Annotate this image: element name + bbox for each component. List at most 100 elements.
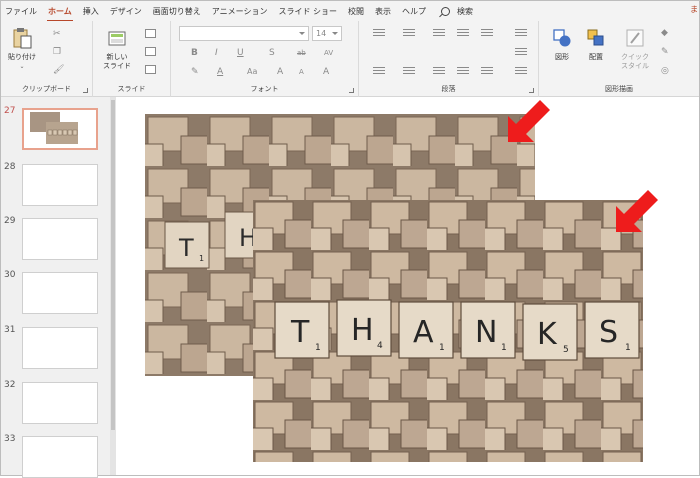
clear-format-icon[interactable]: A bbox=[323, 67, 329, 77]
search-box[interactable]: 検索 bbox=[441, 6, 473, 17]
align-center-icon[interactable] bbox=[403, 67, 415, 76]
arrange-icon bbox=[586, 27, 606, 49]
slides-group: 新しい スライド スライド bbox=[93, 21, 171, 97]
tab-design[interactable]: デザイン bbox=[110, 6, 142, 17]
slide-thumbnail-27[interactable] bbox=[22, 108, 98, 150]
clipboard-launcher-icon[interactable] bbox=[83, 88, 88, 93]
paste-button[interactable]: 貼り付け ⌄ bbox=[5, 27, 39, 71]
bullets-icon[interactable] bbox=[373, 29, 385, 38]
new-slide-button[interactable]: 新しい スライド bbox=[97, 27, 137, 71]
section-icon[interactable] bbox=[145, 65, 156, 74]
shapes-icon bbox=[552, 27, 572, 49]
copy-icon[interactable]: ❐ bbox=[53, 47, 61, 57]
reset-icon[interactable] bbox=[145, 47, 156, 56]
search-label: 検索 bbox=[457, 6, 473, 16]
back-tile-sub-t: 1 bbox=[199, 254, 204, 263]
tile-letter-k: K bbox=[537, 317, 558, 352]
account-fragment[interactable]: ま bbox=[690, 4, 698, 15]
numbering-icon[interactable] bbox=[403, 29, 415, 38]
shadow-icon[interactable]: S bbox=[269, 48, 275, 58]
shape-fill-icon[interactable]: ◆ bbox=[661, 28, 668, 38]
smartart-icon[interactable] bbox=[515, 67, 527, 76]
paragraph-launcher-icon[interactable] bbox=[529, 88, 534, 93]
new-slide-icon bbox=[107, 27, 127, 49]
clipboard-group-label: クリップボード bbox=[22, 85, 71, 93]
paste-icon bbox=[12, 27, 32, 49]
paste-label: 貼り付け bbox=[8, 53, 36, 61]
tile-sub-a: 1 bbox=[439, 343, 445, 353]
shape-effects-icon[interactable]: ◎ bbox=[661, 66, 669, 76]
tab-transitions[interactable]: 画面切り替え bbox=[153, 6, 201, 17]
quick-styles-icon bbox=[625, 27, 645, 49]
align-right-icon[interactable] bbox=[433, 67, 445, 76]
front-scrabble-photo[interactable]: T 1 H 4 A 1 N 1 K 5 S 1 bbox=[253, 200, 643, 462]
drawing-group-label: 図形描画 bbox=[605, 85, 633, 93]
grow-font-icon[interactable]: A bbox=[277, 67, 283, 77]
quick-styles-label: クイック スタイル bbox=[621, 53, 649, 70]
slide-thumbnail-29[interactable] bbox=[22, 218, 98, 260]
tab-home[interactable]: ホーム bbox=[47, 6, 73, 22]
line-spacing-icon[interactable] bbox=[481, 29, 493, 38]
highlight-icon[interactable]: ✎ bbox=[191, 67, 199, 77]
align-left-icon[interactable] bbox=[373, 67, 385, 76]
columns-icon[interactable] bbox=[481, 67, 493, 76]
tab-insert[interactable]: 挿入 bbox=[83, 6, 99, 17]
slide-thumbnail-33[interactable] bbox=[22, 436, 98, 478]
increase-indent-icon[interactable] bbox=[457, 29, 469, 38]
font-group-label: フォント bbox=[250, 85, 279, 93]
drawing-group: 図形 配置 クイック スタイル ◆ ✎ ◎ 図形描画 bbox=[539, 21, 699, 97]
font-group: 14 B I U S ab AV ✎ A Aa A A A フォント bbox=[171, 21, 359, 97]
layout-icon[interactable] bbox=[145, 29, 156, 38]
font-name-input[interactable] bbox=[179, 26, 309, 41]
red-arrow-front-icon bbox=[616, 190, 658, 232]
cut-icon[interactable]: ✂ bbox=[53, 29, 61, 39]
paragraph-group: 段落 bbox=[359, 21, 539, 97]
tab-help[interactable]: ヘルプ bbox=[402, 6, 426, 17]
slide-thumbnail-32[interactable] bbox=[22, 382, 98, 424]
tile-sub-n: 1 bbox=[501, 343, 507, 353]
align-text-icon[interactable] bbox=[515, 48, 527, 57]
tab-slideshow[interactable]: スライド ショー bbox=[278, 6, 337, 17]
tab-review[interactable]: 校閲 bbox=[348, 6, 364, 17]
tab-view[interactable]: 表示 bbox=[375, 6, 391, 17]
search-icon bbox=[441, 6, 450, 16]
slide-number-28: 28 bbox=[4, 162, 16, 172]
strikethrough-icon[interactable]: ab bbox=[297, 48, 306, 58]
text-direction-icon[interactable] bbox=[515, 29, 527, 38]
format-painter-icon[interactable]: 🖌 bbox=[53, 65, 64, 75]
slide-thumbnail-28[interactable] bbox=[22, 164, 98, 206]
tile-sub-k: 5 bbox=[563, 345, 569, 355]
paste-dropdown-icon: ⌄ bbox=[19, 63, 25, 70]
underline-icon[interactable]: U bbox=[237, 48, 244, 58]
shapes-button[interactable]: 図形 bbox=[545, 27, 579, 62]
slide-number-33: 33 bbox=[4, 434, 16, 444]
italic-icon[interactable]: I bbox=[215, 48, 218, 58]
decrease-indent-icon[interactable] bbox=[433, 29, 445, 38]
slide-number-31: 31 bbox=[4, 325, 16, 335]
tab-animations[interactable]: アニメーション bbox=[212, 6, 268, 17]
ribbon: 貼り付け ⌄ ✂ ❐ 🖌 クリップボード 新しい スライド スライド 14 B … bbox=[1, 21, 699, 97]
slide-thumbnail-30[interactable] bbox=[22, 272, 98, 314]
shape-outline-icon[interactable]: ✎ bbox=[661, 47, 669, 57]
arrange-button[interactable]: 配置 bbox=[579, 27, 613, 62]
justify-icon[interactable] bbox=[457, 67, 469, 76]
font-launcher-icon[interactable] bbox=[349, 88, 354, 93]
tile-letter-n: N bbox=[475, 315, 497, 350]
clipboard-group: 貼り付け ⌄ ✂ ❐ 🖌 クリップボード bbox=[1, 21, 93, 97]
font-color-icon[interactable]: A bbox=[217, 67, 223, 77]
panel-scrollbar-thumb[interactable] bbox=[111, 100, 115, 430]
tile-letter-s: S bbox=[599, 315, 618, 350]
font-name-dropdown-icon bbox=[299, 32, 305, 35]
tab-file[interactable]: ファイル bbox=[5, 6, 37, 17]
tile-sub-s: 1 bbox=[625, 343, 631, 353]
slide-thumbnail-31[interactable] bbox=[22, 327, 98, 369]
shapes-label: 図形 bbox=[555, 53, 569, 61]
char-spacing-icon[interactable]: AV bbox=[324, 48, 333, 58]
slide-number-32: 32 bbox=[4, 380, 16, 390]
font-size-input[interactable]: 14 bbox=[312, 26, 342, 41]
quick-styles-button[interactable]: クイック スタイル bbox=[615, 27, 655, 71]
slide-number-27: 27 bbox=[4, 106, 16, 116]
change-case-icon[interactable]: Aa bbox=[247, 67, 257, 77]
shrink-font-icon[interactable]: A bbox=[299, 67, 304, 77]
bold-icon[interactable]: B bbox=[191, 48, 198, 58]
